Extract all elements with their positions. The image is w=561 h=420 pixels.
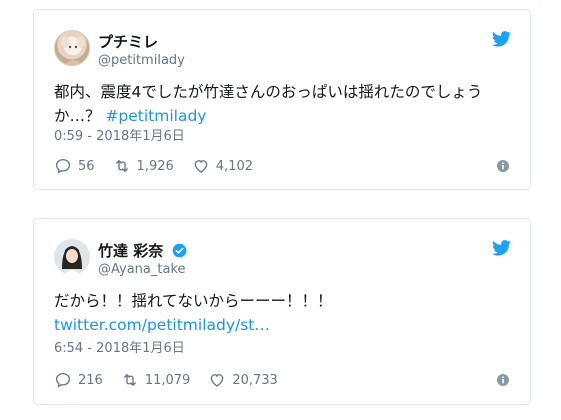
- reply-count: 56: [78, 158, 95, 174]
- retweet-count: 1,926: [136, 158, 174, 174]
- retweet-count: 11,079: [144, 372, 191, 388]
- reply-icon: [55, 158, 71, 174]
- display-name[interactable]: プチミレ: [98, 33, 158, 51]
- info-icon[interactable]: [497, 160, 509, 172]
- like-action[interactable]: 4,102: [192, 157, 253, 175]
- retweet-icon: [123, 374, 136, 386]
- tweet-text-line: か…？: [54, 107, 106, 125]
- like-icon: [211, 374, 224, 387]
- tweet-card[interactable]: 竹達 彩奈 @Ayana_take だから！！揺れてないからーーー！！！ twi…: [33, 218, 531, 405]
- avatar[interactable]: [54, 239, 90, 275]
- tweet-text: 都内、震度4でしたが竹達さんのおっぱいは揺れたのでしょう か…？ #petitm…: [54, 80, 514, 128]
- handle[interactable]: @petitmilady: [98, 53, 185, 69]
- twitter-bird-icon[interactable]: [492, 31, 511, 47]
- tweet-text: だから！！揺れてないからーーー！！！ twitter.com/petitmila…: [54, 289, 514, 337]
- timestamp[interactable]: 6:54 - 2018年1月6日: [54, 341, 185, 357]
- avatar[interactable]: [54, 30, 90, 66]
- hashtag-link[interactable]: #petitmilady: [105, 107, 206, 125]
- reply-count: 216: [78, 372, 103, 388]
- display-name[interactable]: 竹達 彩奈: [98, 242, 163, 260]
- author-block[interactable]: プチミレ @petitmilady: [98, 31, 185, 69]
- twitter-bird-icon[interactable]: [492, 240, 511, 256]
- retweet-icon: [115, 160, 128, 172]
- tweet-text-line: 都内、震度4でしたが竹達さんのおっぱいは揺れたのでしょう: [54, 83, 483, 101]
- retweet-action[interactable]: 1,926: [113, 157, 174, 175]
- verified-badge-icon: [172, 243, 187, 258]
- url-link[interactable]: twitter.com/petitmilady/st…: [54, 316, 270, 334]
- retweet-action[interactable]: 11,079: [121, 371, 191, 389]
- tweet-card[interactable]: プチミレ @petitmilady 都内、震度4でしたが竹達さんのおっぱいは揺れ…: [33, 9, 531, 190]
- timestamp[interactable]: 0:59 - 2018年1月6日: [54, 129, 185, 145]
- like-icon: [194, 160, 208, 173]
- tweet-actions: 216 11,079 20,733: [54, 370, 296, 390]
- like-count: 4,102: [215, 158, 253, 174]
- like-count: 20,733: [232, 372, 278, 388]
- reply-icon: [55, 372, 71, 388]
- handle[interactable]: @Ayana_take: [98, 262, 187, 278]
- avatar-image: [54, 239, 90, 275]
- tweet-text-line: だから！！揺れてないからーーー！！！: [54, 292, 333, 310]
- author-block[interactable]: 竹達 彩奈 @Ayana_take: [98, 240, 187, 278]
- info-icon[interactable]: [497, 374, 509, 386]
- reply-action[interactable]: 56: [54, 157, 95, 175]
- avatar-image: [61, 36, 85, 65]
- like-action[interactable]: 20,733: [208, 371, 278, 389]
- reply-action[interactable]: 216: [54, 371, 103, 389]
- tweet-actions: 56 1,926 4,102: [54, 156, 271, 176]
